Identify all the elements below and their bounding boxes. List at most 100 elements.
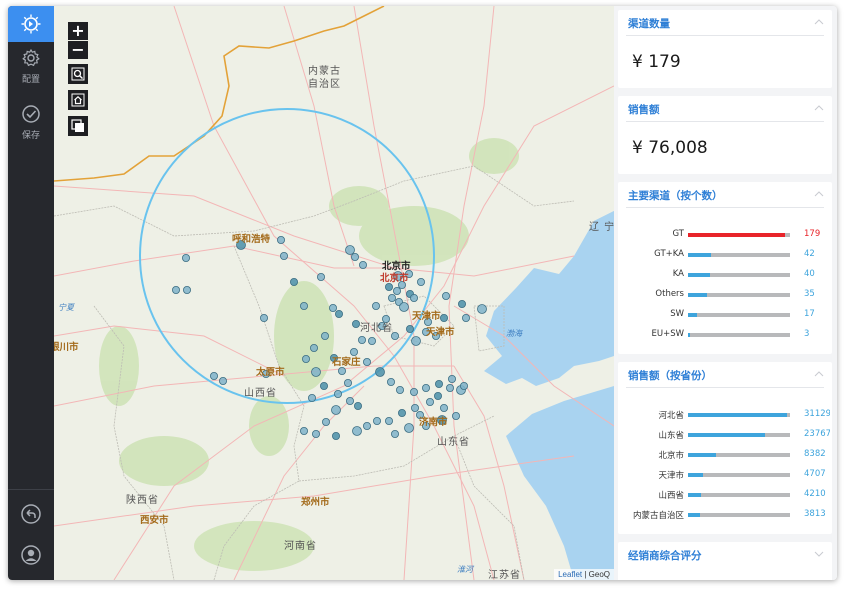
- store-marker[interactable]: [416, 277, 425, 286]
- logo-icon[interactable]: [8, 6, 54, 42]
- store-marker[interactable]: [425, 397, 434, 406]
- home-button[interactable]: [68, 90, 88, 110]
- store-marker[interactable]: [409, 387, 418, 396]
- bar-row[interactable]: KA 40: [618, 268, 832, 282]
- store-marker[interactable]: [307, 393, 316, 402]
- store-marker[interactable]: [457, 299, 466, 308]
- store-marker[interactable]: [345, 396, 354, 405]
- user-button[interactable]: [8, 544, 54, 569]
- leaflet-link[interactable]: Leaflet: [558, 570, 582, 579]
- layers-button[interactable]: [68, 116, 88, 136]
- sidebar-item-save[interactable]: 保存: [8, 104, 54, 141]
- store-marker[interactable]: [279, 251, 288, 260]
- zoom-out-button[interactable]: −: [68, 41, 88, 59]
- store-marker[interactable]: [172, 285, 181, 294]
- store-marker[interactable]: [433, 391, 442, 400]
- store-marker[interactable]: [371, 301, 380, 310]
- chevron-up-icon[interactable]: [814, 105, 824, 111]
- store-marker[interactable]: [477, 304, 487, 314]
- chevron-down-icon[interactable]: [814, 551, 824, 557]
- store-marker[interactable]: [299, 301, 308, 310]
- store-marker[interactable]: [392, 286, 401, 295]
- store-marker[interactable]: [461, 313, 470, 322]
- store-marker[interactable]: [334, 309, 343, 318]
- store-marker[interactable]: [387, 293, 396, 302]
- store-marker[interactable]: [331, 431, 340, 440]
- back-button[interactable]: [8, 503, 54, 528]
- store-marker[interactable]: [386, 377, 395, 386]
- store-marker[interactable]: [289, 277, 298, 286]
- store-marker[interactable]: [301, 354, 310, 363]
- store-marker[interactable]: [276, 235, 285, 244]
- bar-row[interactable]: 内蒙古自治区 3813: [618, 508, 832, 522]
- store-marker[interactable]: [397, 408, 406, 417]
- store-marker[interactable]: [181, 253, 190, 262]
- chevron-up-icon[interactable]: [814, 371, 824, 377]
- store-marker[interactable]: [451, 411, 460, 420]
- sidebar-item-config[interactable]: 配置: [8, 48, 54, 85]
- store-marker[interactable]: [405, 324, 414, 333]
- store-marker[interactable]: [209, 371, 218, 380]
- store-marker[interactable]: [309, 343, 318, 352]
- store-marker[interactable]: [321, 417, 330, 426]
- store-marker[interactable]: [390, 429, 399, 438]
- store-marker[interactable]: [384, 416, 393, 425]
- store-marker[interactable]: [328, 303, 337, 312]
- store-marker[interactable]: [362, 357, 371, 366]
- chevron-up-icon[interactable]: [814, 19, 824, 25]
- store-marker[interactable]: [367, 336, 376, 345]
- bar-row[interactable]: 河北省 31129: [618, 408, 832, 422]
- zoom-to-extent-button[interactable]: [68, 64, 88, 84]
- store-marker[interactable]: [445, 383, 454, 392]
- store-marker[interactable]: [439, 313, 448, 322]
- store-marker[interactable]: [352, 426, 362, 436]
- store-marker[interactable]: [441, 291, 450, 300]
- store-marker[interactable]: [350, 252, 359, 261]
- store-marker[interactable]: [311, 367, 321, 377]
- store-marker[interactable]: [410, 403, 419, 412]
- store-marker[interactable]: [311, 429, 320, 438]
- store-marker[interactable]: [351, 319, 360, 328]
- bar-row[interactable]: 北京市 8382: [618, 448, 832, 462]
- bar-row[interactable]: SW 17: [618, 308, 832, 322]
- store-marker[interactable]: [333, 389, 342, 398]
- chevron-up-icon[interactable]: [814, 191, 824, 197]
- store-marker[interactable]: [395, 385, 404, 394]
- store-marker[interactable]: [384, 282, 393, 291]
- store-marker[interactable]: [259, 313, 268, 322]
- store-marker[interactable]: [362, 421, 371, 430]
- store-marker[interactable]: [316, 272, 325, 281]
- store-marker[interactable]: [218, 376, 227, 385]
- bar-row[interactable]: 山东省 23767: [618, 428, 832, 442]
- store-marker[interactable]: [353, 401, 362, 410]
- store-marker[interactable]: [447, 374, 456, 383]
- map-view[interactable]: 内蒙古 自治区 辽 宁 呼和浩特 北京市 北京市 天津市 天津市 河北省 石家庄…: [54, 6, 614, 580]
- store-marker[interactable]: [372, 416, 381, 425]
- store-marker[interactable]: [399, 302, 409, 312]
- store-marker[interactable]: [434, 379, 443, 388]
- bar-row[interactable]: GT 179: [618, 228, 832, 242]
- store-marker[interactable]: [404, 423, 414, 433]
- store-marker[interactable]: [421, 383, 430, 392]
- store-marker[interactable]: [182, 285, 191, 294]
- store-marker[interactable]: [345, 245, 355, 255]
- bar-row[interactable]: Others 35: [618, 288, 832, 302]
- store-marker[interactable]: [337, 366, 346, 375]
- store-marker[interactable]: [409, 293, 418, 302]
- store-marker[interactable]: [411, 336, 421, 346]
- store-marker[interactable]: [358, 260, 367, 269]
- store-marker[interactable]: [320, 331, 329, 340]
- zoom-in-button[interactable]: +: [68, 22, 88, 40]
- store-marker[interactable]: [331, 405, 341, 415]
- bar-row[interactable]: 山西省 4210: [618, 488, 832, 502]
- store-marker[interactable]: [343, 378, 352, 387]
- bar-row[interactable]: GT+KA 42: [618, 248, 832, 262]
- store-marker[interactable]: [319, 381, 328, 390]
- store-marker[interactable]: [357, 335, 366, 344]
- store-marker[interactable]: [299, 426, 308, 435]
- store-marker[interactable]: [375, 367, 385, 377]
- bar-row[interactable]: 天津市 4707: [618, 468, 832, 482]
- store-marker[interactable]: [439, 403, 448, 412]
- bar-row[interactable]: EU+SW 3: [618, 328, 832, 342]
- store-marker[interactable]: [459, 381, 468, 390]
